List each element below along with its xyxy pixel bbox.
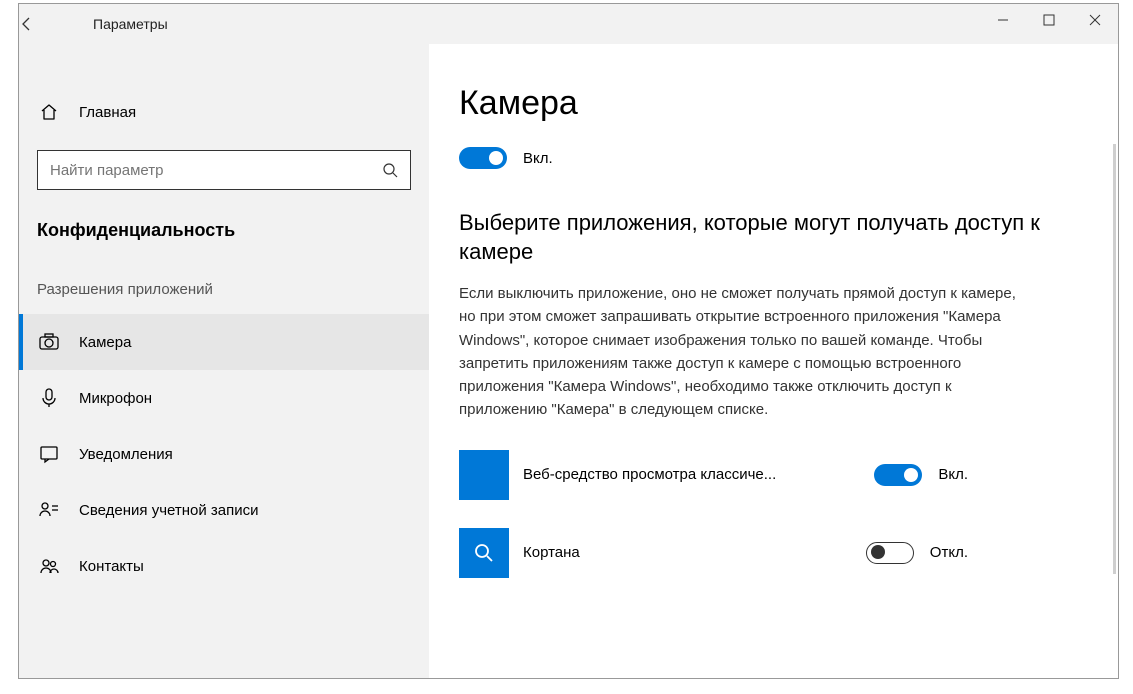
app-row-web-viewer: Веб-средство просмотра классиче... Вкл. [459,450,1068,500]
camera-master-toggle-row: Вкл. [459,147,1068,169]
sidebar-group-label: Разрешения приложений [19,271,429,314]
apps-section-heading: Выберите приложения, которые могут получ… [459,209,1068,266]
account-info-icon [37,498,61,522]
camera-icon [37,330,61,354]
sidebar-item-notifications[interactable]: Уведомления [19,426,429,482]
sidebar-item-account-info[interactable]: Сведения учетной записи [19,482,429,538]
app-icon [459,450,509,500]
sidebar-item-label: Микрофон [79,390,152,407]
sidebar-item-microphone[interactable]: Микрофон [19,370,429,426]
window-body: Главная Конфиденциальность Разрешения пр… [19,44,1118,678]
app-name: Кортана [523,544,823,561]
home-icon [37,100,61,124]
sidebar-item-label: Сведения учетной записи [79,502,259,519]
close-button[interactable] [1072,4,1118,36]
maximize-button[interactable] [1026,4,1072,36]
search-box[interactable] [37,150,411,190]
app-toggle-label: Откл. [930,544,968,561]
sidebar-item-camera[interactable]: Камера [19,314,429,370]
cortana-icon [459,528,509,578]
microphone-icon [37,386,61,410]
sidebar-item-label: Контакты [79,558,144,575]
window-controls [980,4,1118,36]
sidebar: Главная Конфиденциальность Разрешения пр… [19,44,429,678]
apps-section-description: Если выключить приложение, оно не сможет… [459,282,1019,422]
sidebar-item-contacts[interactable]: Контакты [19,538,429,594]
contacts-icon [37,554,61,578]
scrollbar[interactable] [1113,144,1116,574]
page-title: Камера [459,84,1068,123]
settings-window: Параметры Главная Конфиденциальность Р [18,3,1119,679]
camera-master-toggle-label: Вкл. [523,150,553,167]
app-toggle[interactable] [866,542,914,564]
app-toggle[interactable] [874,464,922,486]
sidebar-category: Конфиденциальность [19,210,429,271]
app-row-cortana: Кортана Откл. [459,528,1068,578]
window-title: Параметры [93,16,168,32]
search-input[interactable] [50,162,363,179]
sidebar-item-label: Уведомления [79,446,173,463]
titlebar: Параметры [19,4,1118,44]
back-button[interactable] [19,16,63,32]
sidebar-item-label: Камера [79,334,131,351]
notifications-icon [37,442,61,466]
minimize-button[interactable] [980,4,1026,36]
app-name: Веб-средство просмотра классиче... [523,466,823,483]
camera-master-toggle[interactable] [459,147,507,169]
search-icon [382,162,398,178]
sidebar-home[interactable]: Главная [19,84,429,140]
content-area: Камера Вкл. Выберите приложения, которые… [429,44,1118,678]
app-toggle-label: Вкл. [938,466,968,483]
sidebar-home-label: Главная [79,104,136,121]
